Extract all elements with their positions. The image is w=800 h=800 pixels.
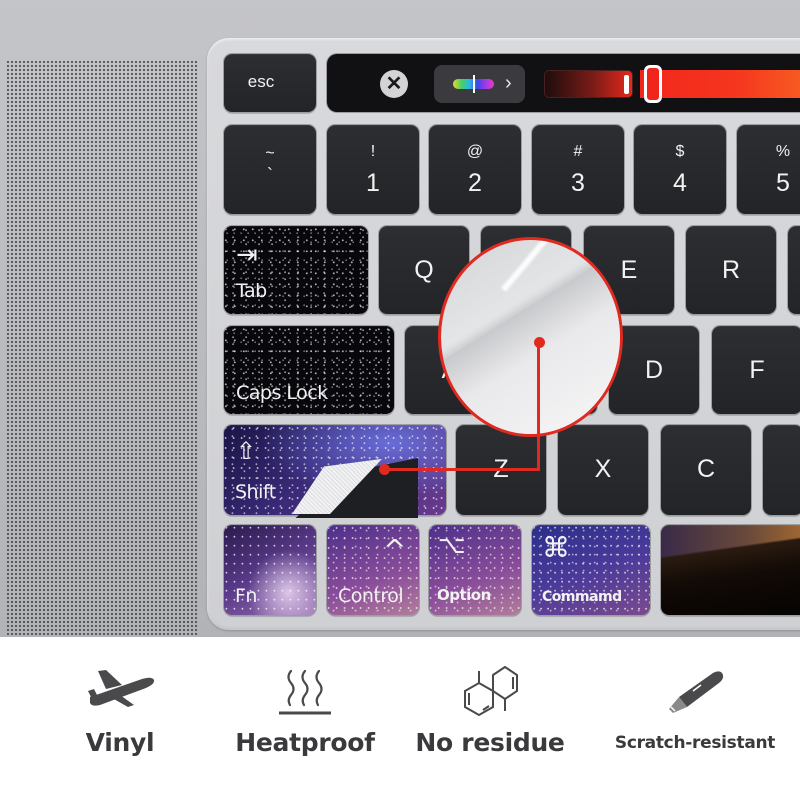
feature-heatproof-label: Heatproof (235, 728, 375, 757)
key-number-5[interactable]: % 5 (737, 125, 800, 214)
option-icon: ⌥ (438, 531, 466, 559)
key-esc-label: esc (247, 72, 275, 91)
key-caps-lock-label: Caps Lock (236, 382, 328, 404)
key-command-label: Commamd (542, 589, 622, 605)
key-shift-symbol: @ (466, 143, 484, 160)
feature-strip: Vinyl Heatproof No residue Scratch-resis… (0, 637, 800, 800)
key-shift-symbol: % (775, 143, 791, 160)
key-v[interactable] (763, 425, 800, 515)
feature-vinyl-label: Vinyl (85, 728, 155, 757)
key-fn[interactable]: Fn (224, 525, 316, 615)
key-d-label: D (644, 356, 664, 384)
key-shift-label: Shift (235, 481, 276, 503)
heat-waves-icon (279, 669, 331, 715)
key-number-0[interactable]: ~ ` (224, 125, 316, 214)
key-option-label: Option (437, 586, 491, 604)
key-primary-symbol: 5 (776, 169, 790, 197)
key-tab-label: Tab (236, 280, 267, 302)
key-command[interactable]: ⌘ Commamd (532, 525, 650, 615)
tab-icon: ⇥ (236, 240, 258, 270)
key-control[interactable]: ^ Control (327, 525, 419, 615)
key-x-label: X (594, 455, 612, 483)
key-shift-symbol: $ (675, 143, 685, 160)
feature-scratch-resistant: Scratch-resistant (600, 637, 790, 800)
callout-line-vertical (537, 342, 540, 470)
feature-vinyl: Vinyl (60, 637, 180, 800)
feature-no-residue: No residue (410, 637, 570, 800)
key-c[interactable]: C (661, 425, 751, 515)
key-r[interactable]: R (686, 226, 776, 314)
key-primary-symbol: 1 (366, 169, 380, 197)
color-slider-knob[interactable] (644, 65, 662, 103)
command-icon: ⌘ (542, 531, 570, 564)
skin-shine (501, 240, 551, 292)
key-primary-symbol: 2 (468, 169, 482, 197)
key-shift-symbol: ! (370, 143, 376, 160)
key-r-label: R (721, 256, 741, 284)
slider-handle[interactable] (624, 75, 629, 94)
magnified-skin-detail (438, 237, 623, 437)
key-primary-symbol: ` (267, 165, 273, 185)
feature-scratch-resistant-label: Scratch-resistant (614, 733, 776, 753)
key-primary-symbol: 4 (673, 169, 687, 197)
key-t[interactable] (788, 226, 800, 314)
key-shift-symbol: # (573, 143, 583, 160)
key-c-label: C (696, 455, 716, 483)
control-icon: ^ (383, 533, 406, 566)
key-tab[interactable]: ⇥ Tab (224, 226, 368, 314)
close-icon[interactable]: ✕ (380, 70, 408, 98)
color-slider-track[interactable] (640, 70, 800, 98)
key-shift-symbol: ~ (265, 145, 275, 162)
speaker-grille (6, 60, 198, 637)
key-number-3[interactable]: #3 (532, 125, 624, 214)
chevron-right-icon: › (505, 72, 512, 94)
brightness-slider-track[interactable] (544, 70, 633, 98)
feature-heatproof: Heatproof (230, 637, 380, 800)
key-option[interactable]: ⌥ Option (429, 525, 521, 615)
key-caps-lock[interactable]: Caps Lock (224, 326, 394, 414)
airplane-icon (88, 670, 155, 707)
skin-fold (441, 240, 620, 434)
color-picker-button[interactable]: › (434, 65, 525, 103)
key-control-label: Control (338, 585, 404, 607)
key-x[interactable]: X (558, 425, 648, 515)
key-esc[interactable]: esc (224, 54, 316, 112)
key-f-label: F (749, 356, 765, 384)
spectrum-marker (473, 75, 475, 93)
key-number-1[interactable]: ! 1 (327, 125, 419, 214)
callout-line-horizontal (384, 468, 540, 471)
shift-icon: ⇧ (236, 437, 256, 465)
key-fn-label: Fn (235, 585, 257, 607)
key-space[interactable] (661, 525, 800, 615)
callout-dot-bottom (379, 464, 390, 475)
utility-knife-icon (669, 671, 724, 713)
key-primary-symbol: 3 (571, 169, 585, 197)
key-number-4[interactable]: $4 (634, 125, 726, 214)
key-f[interactable]: F (712, 326, 800, 414)
key-number-2[interactable]: @2 (429, 125, 521, 214)
chemical-molecule-icon (464, 665, 518, 717)
feature-no-residue-label: No residue (415, 728, 565, 757)
keyboard-product-photo: esc ✕ › ~ `! 1 @2 #3 $4% 5 ⇥ Tab Q E R Caps Lo… (0, 0, 800, 637)
